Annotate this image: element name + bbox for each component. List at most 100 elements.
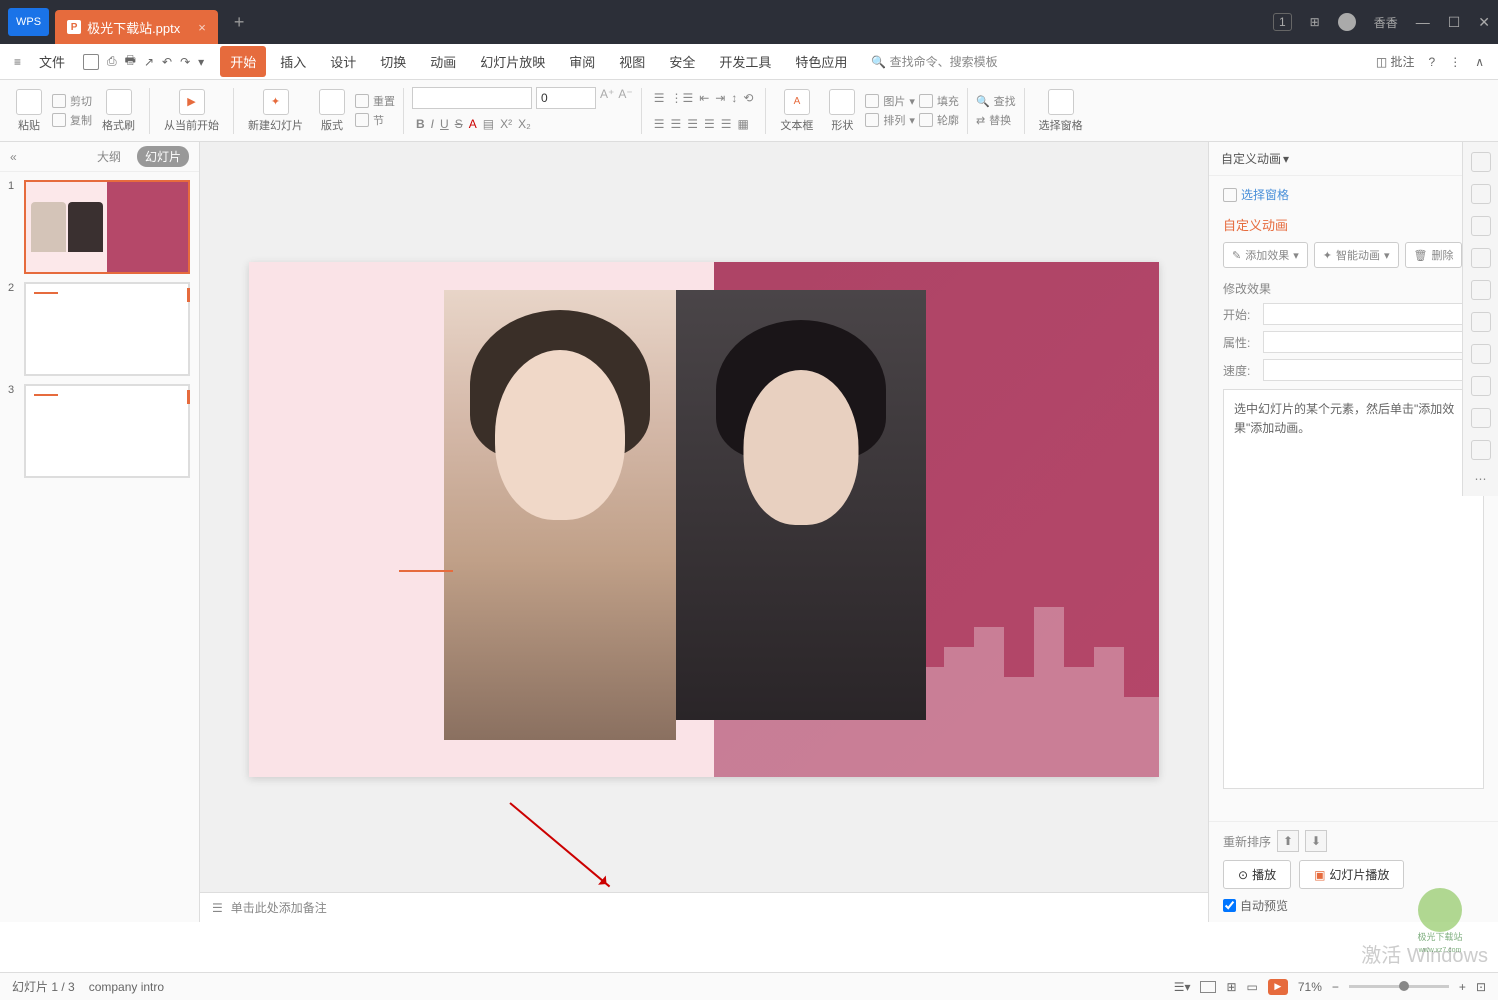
photo-image-1[interactable] [444, 290, 676, 740]
notification-badge[interactable]: 1 [1273, 13, 1292, 31]
sorter-view-icon[interactable]: ⊞ [1226, 980, 1236, 994]
textbox-button[interactable]: A 文本框 [774, 89, 819, 133]
animation-list[interactable]: 选中幻灯片的某个元素，然后单击"添加效果"添加动画。 [1223, 389, 1484, 789]
outline-button[interactable]: 轮廓 [919, 112, 959, 128]
indent-decrease-icon[interactable]: ⇤ [699, 91, 709, 105]
tab-developer[interactable]: 开发工具 [709, 46, 781, 77]
move-up-button[interactable]: ⬆ [1277, 830, 1299, 852]
close-tab-icon[interactable]: × [198, 20, 206, 35]
smart-anim-button[interactable]: ✦智能动画 ▾ [1314, 242, 1399, 268]
undo-icon[interactable]: ↶ [162, 55, 172, 69]
tab-start[interactable]: 开始 [220, 46, 266, 77]
collapse-panel-icon[interactable]: « [10, 150, 17, 164]
wps-logo[interactable]: WPS [8, 8, 49, 36]
select-pane-button[interactable]: 选择窗格 [1033, 89, 1089, 133]
font-size-input[interactable]: 0 [536, 87, 596, 109]
increase-font-icon[interactable]: A⁺ [600, 87, 614, 109]
print-icon[interactable]: 🖶 [125, 51, 136, 72]
italic-button[interactable]: I [431, 117, 434, 131]
tab-review[interactable]: 审阅 [559, 46, 605, 77]
outline-tab[interactable]: 大纲 [89, 146, 129, 167]
tool-3-icon[interactable] [1471, 216, 1491, 236]
tool-8-icon[interactable] [1471, 376, 1491, 396]
tab-insert[interactable]: 插入 [270, 46, 316, 77]
format-painter-button[interactable]: 格式刷 [96, 89, 141, 133]
slide-thumbnail[interactable]: 3 [8, 384, 191, 478]
replace-button[interactable]: ⇄替换 [976, 112, 1016, 128]
section-button[interactable]: 节 [355, 112, 395, 128]
strikethrough-button[interactable]: S [455, 117, 463, 131]
align-justify-icon[interactable]: ☰ [704, 117, 715, 131]
checkbox[interactable] [1223, 899, 1236, 912]
tool-7-icon[interactable] [1471, 344, 1491, 364]
shapes-button[interactable]: 形状 [823, 89, 861, 133]
picture-button[interactable]: 图片▾ [865, 93, 915, 109]
slide-canvas[interactable] [249, 262, 1159, 777]
tool-2-icon[interactable] [1471, 184, 1491, 204]
maximize-icon[interactable]: ☐ [1448, 14, 1461, 31]
print-preview-icon[interactable]: ⎙ [107, 54, 117, 69]
tool-10-icon[interactable] [1471, 440, 1491, 460]
copy-button[interactable]: 复制 [52, 112, 92, 128]
export-icon[interactable]: ↗ [144, 55, 154, 69]
numbering-icon[interactable]: ⋮☰ [670, 91, 693, 105]
more-icon[interactable]: ⋮ [1449, 55, 1461, 69]
save-icon[interactable] [83, 54, 99, 70]
normal-view-icon[interactable] [1200, 981, 1216, 993]
underline-button[interactable]: U [440, 117, 449, 131]
tab-design[interactable]: 设计 [320, 46, 366, 77]
start-select[interactable] [1263, 303, 1484, 325]
decrease-font-icon[interactable]: A⁻ [618, 87, 632, 109]
more-tools-icon[interactable]: ⋯ [1475, 472, 1487, 486]
user-avatar-icon[interactable] [1338, 13, 1356, 31]
tool-9-icon[interactable] [1471, 408, 1491, 428]
align-left-icon[interactable]: ☰ [654, 117, 665, 131]
tab-special[interactable]: 特色应用 [785, 46, 857, 77]
paste-group[interactable]: 粘贴 [10, 89, 48, 133]
command-search[interactable]: 🔍 查找命令、搜索模板 [871, 53, 997, 70]
subscript-button[interactable]: X₂ [518, 117, 531, 131]
font-color-button[interactable]: A [469, 117, 477, 131]
slideshow-view-icon[interactable]: ▶ [1268, 979, 1288, 995]
move-down-button[interactable]: ⬇ [1305, 830, 1327, 852]
property-select[interactable] [1263, 331, 1484, 353]
reset-button[interactable]: 重置 [355, 93, 395, 109]
tool-5-icon[interactable] [1471, 280, 1491, 300]
line-spacing-icon[interactable]: ↕ [731, 91, 737, 105]
tab-transition[interactable]: 切换 [370, 46, 416, 77]
file-menu[interactable]: 文件 [29, 46, 75, 77]
slides-tab[interactable]: 幻灯片 [137, 146, 189, 167]
columns-icon[interactable]: ▦ [738, 117, 749, 131]
align-right-icon[interactable]: ☰ [687, 117, 698, 131]
select-pane-link[interactable]: 选择窗格 [1223, 186, 1289, 203]
delete-button[interactable]: 🗑删除 [1405, 242, 1463, 268]
menu-icon[interactable]: ≡ [14, 55, 21, 69]
layout-button[interactable]: 版式 [313, 89, 351, 133]
zoom-out-icon[interactable]: − [1332, 980, 1339, 994]
tool-1-icon[interactable] [1471, 152, 1491, 172]
notes-toggle-icon[interactable]: ☰▾ [1174, 980, 1191, 994]
font-family-input[interactable] [412, 87, 532, 109]
tab-view[interactable]: 视图 [609, 46, 655, 77]
close-window-icon[interactable]: ✕ [1478, 14, 1490, 31]
canvas-viewport[interactable] [200, 142, 1208, 892]
bullets-icon[interactable]: ☰ [654, 91, 665, 105]
arrange-button[interactable]: 排列▾ [865, 112, 915, 128]
align-center-icon[interactable]: ☰ [670, 117, 681, 131]
dropdown-icon[interactable]: ▾ [198, 55, 204, 69]
fill-button[interactable]: 填充 [919, 93, 959, 109]
distribute-icon[interactable]: ☰ [721, 117, 732, 131]
photo-image-2[interactable] [676, 290, 926, 720]
slide-thumbnail[interactable]: 2 [8, 282, 191, 376]
indent-increase-icon[interactable]: ⇥ [715, 91, 725, 105]
play-button[interactable]: ⊙播放 [1223, 860, 1291, 889]
notes-bar[interactable]: ☰ 单击此处添加备注 [200, 892, 1208, 922]
reading-view-icon[interactable]: ▭ [1247, 980, 1258, 994]
document-tab[interactable]: P 极光下载站.pptx × [55, 10, 218, 44]
username[interactable]: 香香 [1374, 14, 1398, 31]
comment-button[interactable]: ◫ 批注 [1376, 53, 1415, 70]
zoom-in-icon[interactable]: + [1459, 980, 1466, 994]
speed-select[interactable] [1263, 359, 1484, 381]
highlight-button[interactable]: ▤ [483, 117, 494, 131]
add-effect-button[interactable]: ✎添加效果 ▾ [1223, 242, 1308, 268]
